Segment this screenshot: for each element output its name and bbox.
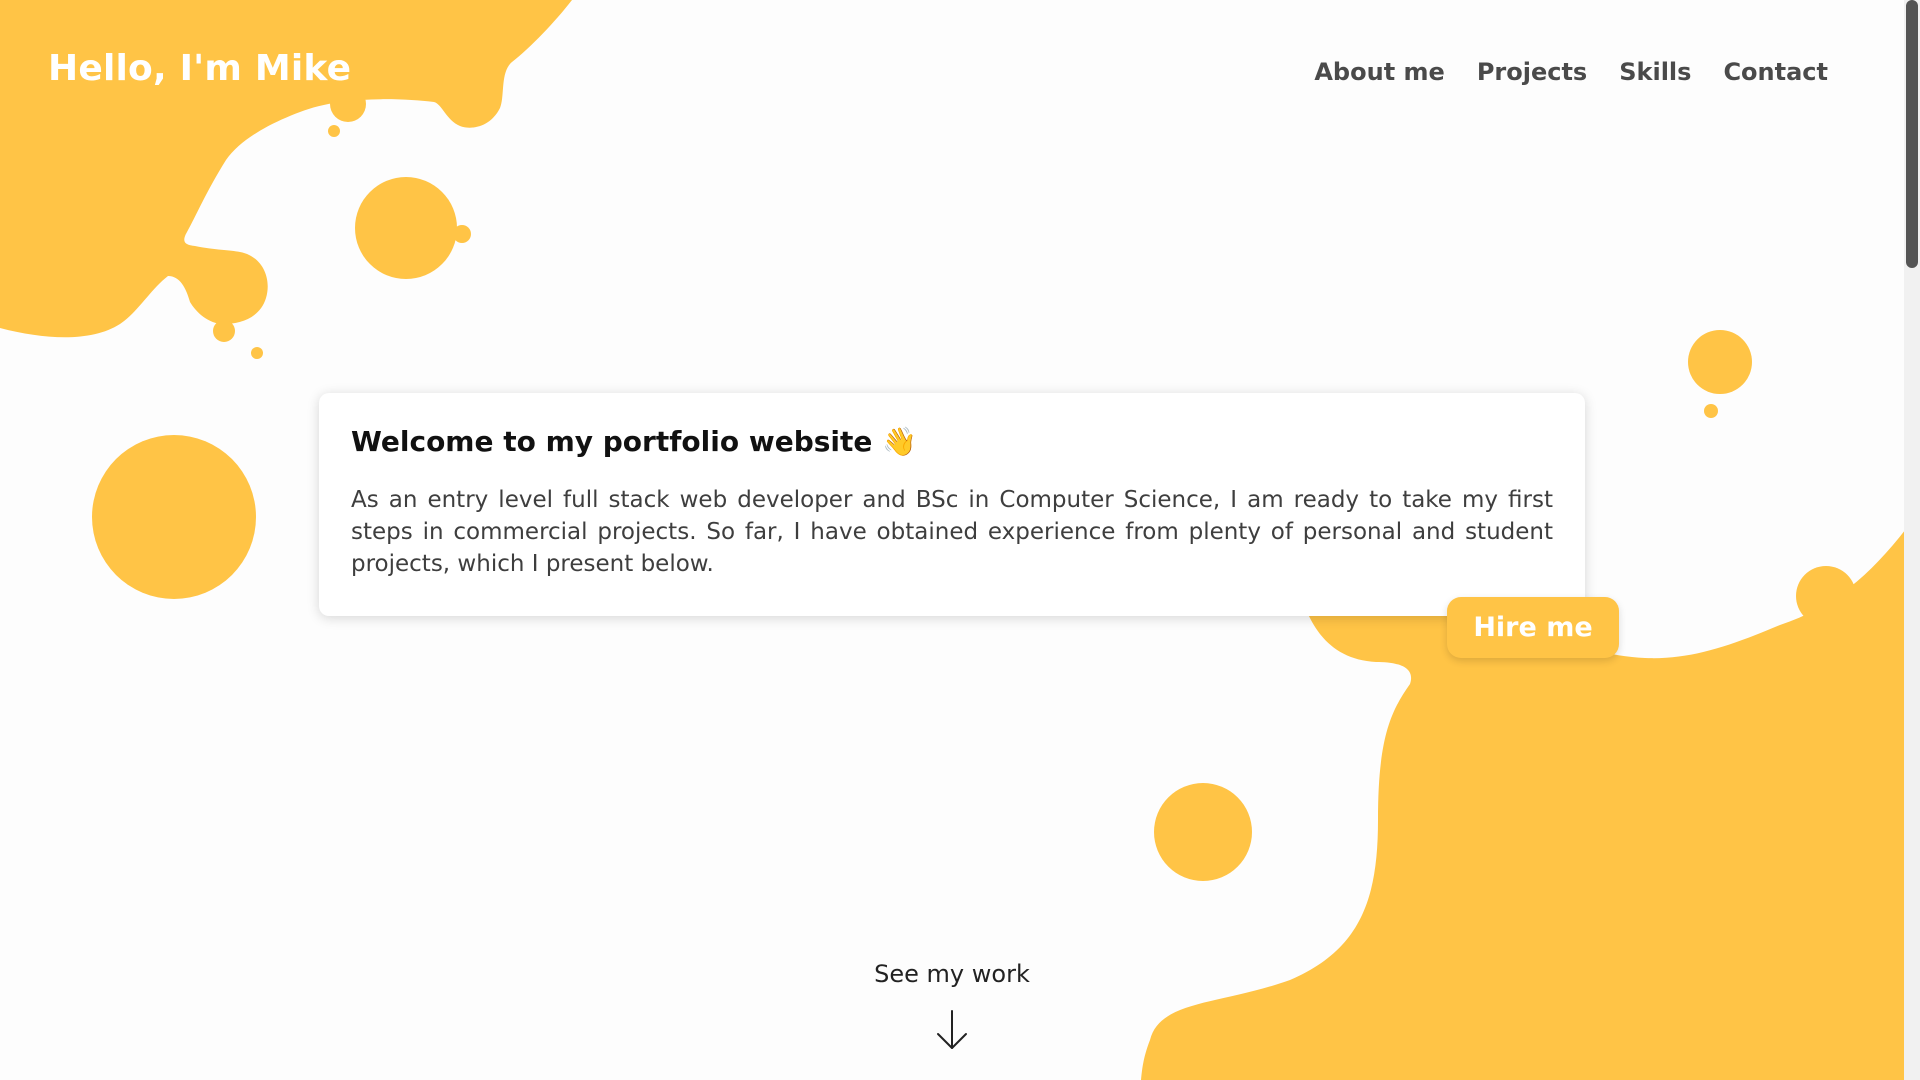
blob-drop xyxy=(355,177,457,279)
nav-link-about-me[interactable]: About me xyxy=(1314,58,1444,86)
blob-drop xyxy=(213,320,235,342)
hire-me-button[interactable]: Hire me xyxy=(1447,597,1619,658)
blob-drop xyxy=(1154,783,1252,881)
blob-left-round xyxy=(92,435,256,599)
nav-link-skills[interactable]: Skills xyxy=(1619,58,1691,86)
nav-link-projects[interactable]: Projects xyxy=(1477,58,1587,86)
welcome-card: Welcome to my portfolio website 👋 As an … xyxy=(319,393,1585,616)
welcome-text: As an entry level full stack web develop… xyxy=(351,487,1553,577)
main-nav: About me Projects Skills Contact xyxy=(1314,58,1828,86)
see-my-work-label: See my work xyxy=(874,960,1030,988)
site-title: Hello, I'm Mike xyxy=(48,48,352,89)
blob-drop xyxy=(251,347,263,359)
blob-drop xyxy=(1688,330,1752,394)
blob-drop xyxy=(453,225,471,243)
nav-link-contact[interactable]: Contact xyxy=(1723,58,1828,86)
blob-drop xyxy=(328,125,340,137)
see-my-work-link[interactable]: See my work xyxy=(852,960,1052,1050)
blob-drop xyxy=(1704,404,1718,418)
page: Hello, I'm Mike About me Projects Skills… xyxy=(0,0,1920,1080)
welcome-heading: Welcome to my portfolio website 👋 xyxy=(351,425,917,458)
arrow-down-icon[interactable] xyxy=(935,1010,969,1050)
blob-drop xyxy=(330,86,366,122)
scrollbar-thumb[interactable] xyxy=(1906,0,1918,268)
